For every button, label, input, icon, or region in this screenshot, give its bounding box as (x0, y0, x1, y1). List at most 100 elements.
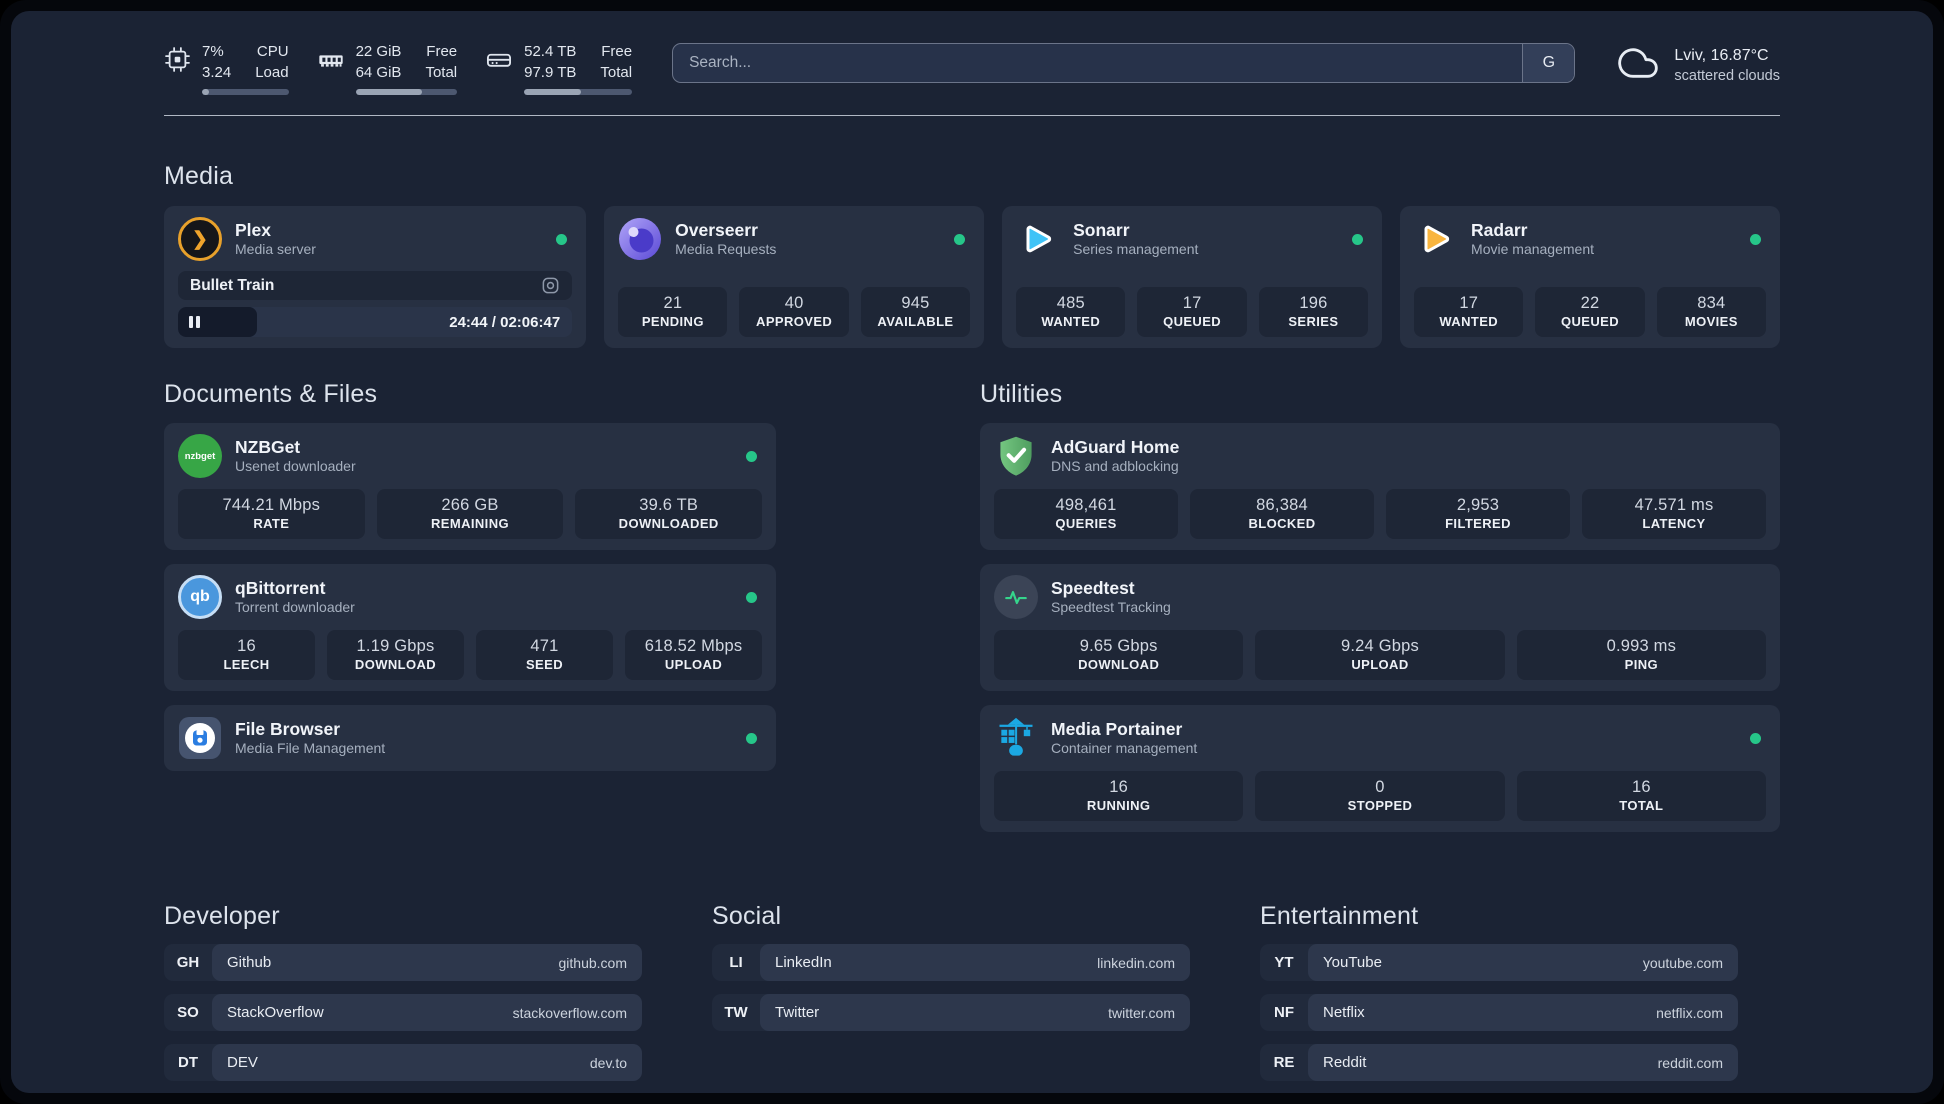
app-card-speedtest[interactable]: Speedtest Speedtest Tracking 9.65 Gbps D… (980, 564, 1780, 691)
bookmark-domain: stackoverflow.com (512, 1004, 627, 1021)
app-name: AdGuard Home (1051, 436, 1180, 457)
stat-label: FILTERED (1445, 516, 1511, 531)
bookmark-abbr: NF (1274, 1004, 1294, 1021)
memory-progress-bar (355, 89, 458, 95)
bookmark-github[interactable]: GH Github github.com (164, 944, 642, 981)
stat-box: 2,953 FILTERED (1386, 489, 1570, 539)
app-subtitle: Container management (1051, 740, 1198, 757)
screen-frame: 7% 3.24 CPU Load 22 GiB 64 GiB Free Tota… (0, 0, 1944, 1104)
memory-total-value: 64 GiB (355, 64, 402, 81)
stat-value: 2,953 (1456, 496, 1500, 514)
bookmark-abbr: SO (177, 1004, 199, 1021)
stat-box: 485 WANTED (1016, 287, 1126, 337)
stat-label: DOWNLOAD (1078, 657, 1160, 672)
stat-label: RUNNING (1086, 798, 1151, 813)
header-divider (164, 115, 1780, 116)
bookmark-linkedin[interactable]: LI LinkedIn linkedin.com (712, 944, 1190, 981)
app-card-portainer[interactable]: Media Portainer Container management 16 … (980, 705, 1780, 832)
stat-box: 40 APPROVED (739, 287, 849, 337)
app-card-adguard[interactable]: AdGuard Home DNS and adblocking 498,461 … (980, 423, 1780, 550)
stat-box: 834 MOVIES (1656, 287, 1766, 337)
stat-box: 266 GB REMAINING (376, 489, 564, 539)
app-card-radarr[interactable]: Radarr Movie management 17 WANTED 22 QUE… (1400, 206, 1780, 348)
app-name: qBittorrent (235, 577, 326, 598)
adguard-icon (994, 434, 1038, 478)
stat-box: 945 AVAILABLE (860, 287, 971, 337)
bookmark-netflix[interactable]: NF Netflix netflix.com (1260, 994, 1738, 1031)
bookmark-stackoverflow[interactable]: SO StackOverflow stackoverflow.com (164, 994, 642, 1031)
app-subtitle: Usenet downloader (235, 458, 356, 475)
app-subtitle: Torrent downloader (235, 599, 355, 616)
app-subtitle: Movie management (1471, 241, 1594, 258)
pause-icon (189, 316, 200, 328)
stat-label: REMAINING (431, 516, 509, 531)
app-card-qbittorrent[interactable]: qb qBittorrent Torrent downloader 16 LEE… (164, 564, 776, 691)
app-card-plex[interactable]: ❯ Plex Media server Bullet Train 24:44 /… (164, 206, 587, 348)
cpu-percent: 7% (202, 43, 224, 60)
stat-value: 266 GB (441, 496, 499, 514)
overseerr-icon (618, 217, 662, 261)
app-card-overseerr[interactable]: Overseerr Media Requests 21 PENDING 40 A… (604, 206, 985, 348)
bookmark-youtube[interactable]: YT YouTube youtube.com (1260, 944, 1738, 981)
stat-value: 744.21 Mbps (222, 496, 321, 514)
cloud-icon (1615, 43, 1661, 88)
search-engine-button[interactable]: G (1522, 44, 1575, 82)
app-subtitle: Media server (235, 241, 316, 258)
bookmark-domain: youtube.com (1642, 954, 1723, 971)
stat-value: 39.6 TB (639, 496, 699, 514)
stat-label: QUEUED (1561, 314, 1620, 329)
nzbget-icon: nzbget (178, 434, 222, 478)
stat-value: 0 (1375, 778, 1385, 796)
sonarr-icon (1016, 217, 1060, 261)
section-title-entertainment: Entertainment (1260, 902, 1419, 930)
bookmark-name: Netflix (1323, 1004, 1365, 1021)
stat-label: DOWNLOAD (354, 657, 437, 672)
bookmark-domain: netflix.com (1656, 1004, 1723, 1021)
storage-label-total: Total (600, 64, 633, 81)
stat-box: 9.24 Gbps UPLOAD (1255, 630, 1505, 680)
stat-label: STOPPED (1347, 798, 1413, 813)
section-title-media: Media (164, 162, 234, 190)
status-dot (746, 591, 757, 603)
app-card-filebrowser[interactable]: File Browser Media File Management (164, 705, 776, 771)
app-card-sonarr[interactable]: Sonarr Series management 485 WANTED 17 Q… (1002, 206, 1383, 348)
stat-box: 16 LEECH (178, 630, 315, 680)
app-name: Radarr (1471, 219, 1528, 240)
bookmark-twitter[interactable]: TW Twitter twitter.com (712, 994, 1190, 1031)
section-title-utilities: Utilities (980, 380, 1063, 408)
stat-value: 40 (784, 294, 804, 312)
stat-label: WANTED (1439, 314, 1499, 329)
status-dot (1352, 233, 1364, 245)
stat-box: 21 PENDING (618, 287, 728, 337)
stat-box: 1.19 Gbps DOWNLOAD (327, 630, 464, 680)
app-name: Overseerr (675, 219, 758, 240)
stat-label: SEED (525, 657, 563, 672)
stat-label: RATE (253, 516, 290, 531)
bookmark-abbr: RE (1273, 1054, 1295, 1071)
status-dot (954, 233, 966, 245)
cpu-icon (164, 46, 191, 95)
stat-box: 16 RUNNING (994, 771, 1244, 821)
stat-box: 9.65 Gbps DOWNLOAD (994, 630, 1244, 680)
search-input[interactable] (673, 44, 1523, 82)
stat-value: 471 (530, 637, 559, 655)
stat-value: 196 (1299, 294, 1328, 312)
bookmark-reddit[interactable]: RE Reddit reddit.com (1260, 1044, 1738, 1081)
stat-box: 498,461 QUERIES (994, 489, 1178, 539)
bookmark-dev[interactable]: DT DEV dev.to (164, 1044, 642, 1081)
bookmark-abbr: LI (729, 954, 743, 971)
app-name: NZBGet (235, 436, 301, 457)
system-metrics: 7% 3.24 CPU Load 22 GiB 64 GiB Free Tota… (164, 41, 633, 95)
app-card-nzbget[interactable]: nzbget NZBGet Usenet downloader 744.21 M… (164, 423, 776, 550)
bookmark-name: LinkedIn (775, 954, 832, 971)
search-bar[interactable]: G (672, 43, 1576, 83)
cpu-metric: 7% 3.24 CPU Load (164, 41, 289, 95)
bookmark-domain: linkedin.com (1097, 954, 1175, 971)
cpu-load-value: 3.24 (202, 64, 232, 81)
cpu-values: 7% 3.24 (202, 41, 231, 83)
stat-value: 9.65 Gbps (1079, 637, 1158, 655)
app-subtitle: Series management (1073, 241, 1199, 258)
storage-label-free: Free (601, 43, 633, 60)
bookmark-name: DEV (227, 1054, 258, 1071)
cpu-labels: CPU Load (255, 41, 288, 83)
